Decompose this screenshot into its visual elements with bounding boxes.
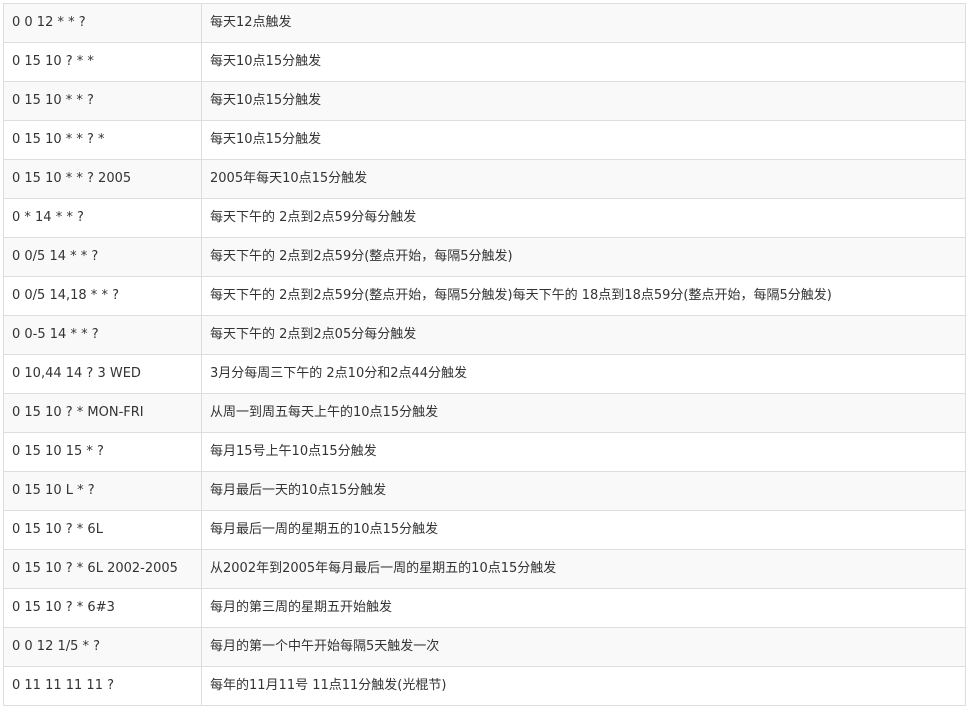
cron-expression-cell: 0 * 14 * * ? bbox=[4, 199, 202, 237]
table-row: 0 11 11 11 11 ? 每年的11月11号 11点11分触发(光棍节) bbox=[4, 667, 966, 706]
cron-expression-cell: 0 15 10 ? * 6L bbox=[4, 511, 202, 549]
table-row: 0 0-5 14 * * ? 每天下午的 2点到2点05分每分触发 bbox=[4, 316, 966, 355]
table-row: 0 15 10 * * ? 每天10点15分触发 bbox=[4, 82, 966, 121]
cron-expression-cell: 0 15 10 L * ? bbox=[4, 472, 202, 510]
cron-expression-cell: 0 15 10 ? * 6#3 bbox=[4, 589, 202, 627]
table-row: 0 15 10 L * ? 每月最后一天的10点15分触发 bbox=[4, 472, 966, 511]
cron-expression-cell: 0 0/5 14 * * ? bbox=[4, 238, 202, 276]
cron-expression-cell: 0 15 10 * * ? 2005 bbox=[4, 160, 202, 198]
description-cell: 每月的第一个中午开始每隔5天触发一次 bbox=[202, 628, 966, 666]
cron-expression-cell: 0 15 10 * * ? * bbox=[4, 121, 202, 159]
table-row: 0 15 10 ? * 6#3 每月的第三周的星期五开始触发 bbox=[4, 589, 966, 628]
table-row: 0 15 10 ? * * 每天10点15分触发 bbox=[4, 43, 966, 82]
description-cell: 每月的第三周的星期五开始触发 bbox=[202, 589, 966, 627]
description-cell: 每天10点15分触发 bbox=[202, 82, 966, 120]
description-cell: 每天下午的 2点到2点05分每分触发 bbox=[202, 316, 966, 354]
description-cell: 每月15号上午10点15分触发 bbox=[202, 433, 966, 471]
table-row: 0 0 12 * * ? 每天12点触发 bbox=[4, 4, 966, 43]
cron-expression-table: 0 0 12 * * ? 每天12点触发 0 15 10 ? * * 每天10点… bbox=[3, 3, 966, 706]
description-cell: 每天10点15分触发 bbox=[202, 43, 966, 81]
cron-expression-cell: 0 0-5 14 * * ? bbox=[4, 316, 202, 354]
table-row: 0 15 10 * * ? * 每天10点15分触发 bbox=[4, 121, 966, 160]
cron-expression-cell: 0 15 10 ? * MON-FRI bbox=[4, 394, 202, 432]
table-row: 0 10,44 14 ? 3 WED 3月分每周三下午的 2点10分和2点44分… bbox=[4, 355, 966, 394]
description-cell: 3月分每周三下午的 2点10分和2点44分触发 bbox=[202, 355, 966, 393]
table-row: 0 15 10 ? * MON-FRI 从周一到周五每天上午的10点15分触发 bbox=[4, 394, 966, 433]
cron-expression-cell: 0 0 12 * * ? bbox=[4, 4, 202, 42]
description-cell: 2005年每天10点15分触发 bbox=[202, 160, 966, 198]
cron-expression-cell: 0 0/5 14,18 * * ? bbox=[4, 277, 202, 315]
table-row: 0 15 10 15 * ? 每月15号上午10点15分触发 bbox=[4, 433, 966, 472]
cron-expression-cell: 0 0 12 1/5 * ? bbox=[4, 628, 202, 666]
description-cell: 每天下午的 2点到2点59分每分触发 bbox=[202, 199, 966, 237]
cron-expression-cell: 0 11 11 11 11 ? bbox=[4, 667, 202, 705]
table-row: 0 * 14 * * ? 每天下午的 2点到2点59分每分触发 bbox=[4, 199, 966, 238]
description-cell: 每月最后一周的星期五的10点15分触发 bbox=[202, 511, 966, 549]
description-cell: 每年的11月11号 11点11分触发(光棍节) bbox=[202, 667, 966, 705]
description-cell: 每月最后一天的10点15分触发 bbox=[202, 472, 966, 510]
description-cell: 每天12点触发 bbox=[202, 4, 966, 42]
table-row: 0 0 12 1/5 * ? 每月的第一个中午开始每隔5天触发一次 bbox=[4, 628, 966, 667]
description-cell: 每天下午的 2点到2点59分(整点开始，每隔5分触发)每天下午的 18点到18点… bbox=[202, 277, 966, 315]
description-cell: 每天10点15分触发 bbox=[202, 121, 966, 159]
table-row: 0 15 10 ? * 6L 每月最后一周的星期五的10点15分触发 bbox=[4, 511, 966, 550]
cron-expression-cell: 0 15 10 15 * ? bbox=[4, 433, 202, 471]
cron-expression-cell: 0 10,44 14 ? 3 WED bbox=[4, 355, 202, 393]
table-row: 0 15 10 ? * 6L 2002-2005 从2002年到2005年每月最… bbox=[4, 550, 966, 589]
table-row: 0 15 10 * * ? 2005 2005年每天10点15分触发 bbox=[4, 160, 966, 199]
table-row: 0 0/5 14 * * ? 每天下午的 2点到2点59分(整点开始，每隔5分触… bbox=[4, 238, 966, 277]
description-cell: 每天下午的 2点到2点59分(整点开始，每隔5分触发) bbox=[202, 238, 966, 276]
cron-expression-cell: 0 15 10 ? * * bbox=[4, 43, 202, 81]
table-row: 0 0/5 14,18 * * ? 每天下午的 2点到2点59分(整点开始，每隔… bbox=[4, 277, 966, 316]
description-cell: 从周一到周五每天上午的10点15分触发 bbox=[202, 394, 966, 432]
cron-expression-cell: 0 15 10 ? * 6L 2002-2005 bbox=[4, 550, 202, 588]
cron-expression-cell: 0 15 10 * * ? bbox=[4, 82, 202, 120]
description-cell: 从2002年到2005年每月最后一周的星期五的10点15分触发 bbox=[202, 550, 966, 588]
